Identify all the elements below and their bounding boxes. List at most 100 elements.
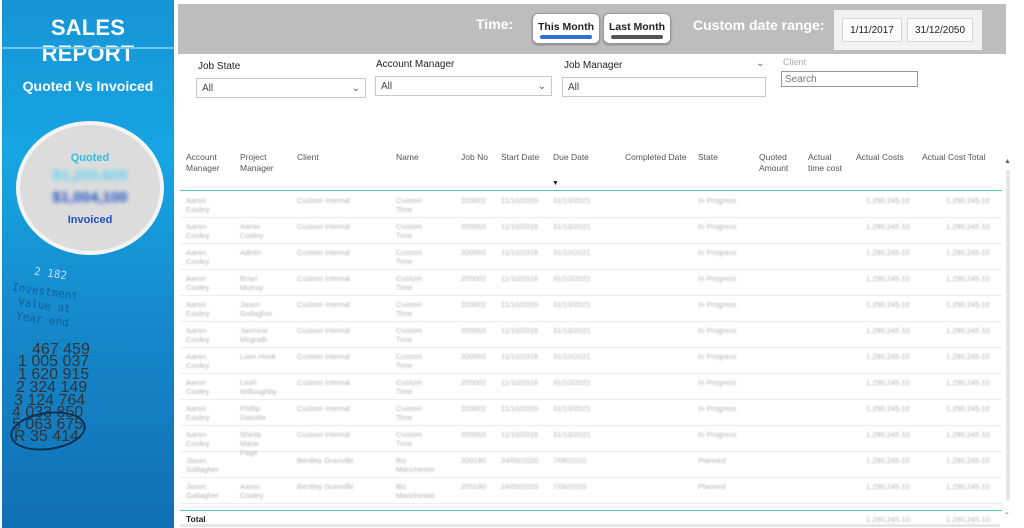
table-cell: Aaron Cooley bbox=[186, 300, 210, 318]
col-actual-costs[interactable]: Actual Costs bbox=[856, 152, 904, 163]
table-cell: Aaron Cooley bbox=[186, 222, 210, 240]
chevron-down-icon[interactable]: ⌄ bbox=[756, 58, 764, 69]
table-cell: Biz Manchester bbox=[396, 456, 436, 474]
table-cell: Custom Time bbox=[396, 326, 422, 344]
scroll-down-icon[interactable]: ⌄ bbox=[1004, 508, 1010, 516]
col-start-date[interactable]: Start Date bbox=[501, 152, 539, 163]
table-cell: Custom Internal bbox=[297, 404, 350, 413]
table-cell: Jason Gallagher bbox=[240, 300, 273, 318]
table-cell: 1,290,245.10 bbox=[946, 456, 990, 465]
table-cell: 1,290,245.10 bbox=[866, 482, 910, 491]
table-cell: 31/10/2021 bbox=[553, 248, 591, 257]
sidebar: SALES REPORT Quoted Vs Invoiced Quoted $… bbox=[2, 0, 174, 528]
table-cell: 1,290,245.10 bbox=[866, 300, 910, 309]
scroll-thumb[interactable] bbox=[1006, 170, 1010, 500]
table-cell: In Progress bbox=[698, 404, 737, 413]
table-row[interactable]: Aaron Cooley Brian Murray Custom Internal C… bbox=[180, 269, 1002, 296]
job-state-value: All bbox=[202, 83, 214, 94]
invoiced-value: $1,004,100 bbox=[52, 189, 128, 206]
table-cell: 200002 bbox=[461, 274, 487, 283]
table-row[interactable]: Jason Gallagher Bentley Granville Biz Manc… bbox=[180, 451, 1002, 478]
table-row[interactable]: Jason Gallagher Aaron Cooley Bentley Granv… bbox=[180, 477, 1002, 504]
table-cell: 200002 bbox=[461, 248, 487, 257]
table-row[interactable]: Aaron Cooley Aaron Cooley Custom Internal C… bbox=[180, 217, 1002, 244]
table-cell: Jason Gallagher bbox=[186, 482, 219, 500]
col-completed-date[interactable]: Completed Date bbox=[625, 152, 686, 163]
selected-indicator bbox=[540, 35, 592, 39]
table-row[interactable]: Aaron Cooley Admin Custom Internal Custom T… bbox=[180, 243, 1002, 270]
total-label: Total bbox=[186, 514, 206, 524]
col-job-no[interactable]: Job No bbox=[461, 152, 488, 163]
table-cell: Aaron Cooley bbox=[186, 378, 210, 396]
col-project-manager[interactable]: Project Manager bbox=[240, 152, 284, 173]
date-from-input[interactable]: 1/11/2017 bbox=[842, 18, 902, 42]
job-manager-dropdown[interactable]: All bbox=[562, 77, 766, 97]
table-cell: 200002 bbox=[461, 326, 487, 335]
table-cell: 31/10/2021 bbox=[553, 196, 591, 205]
last-month-label: Last Month bbox=[609, 21, 665, 33]
custom-date-label: Custom date range: bbox=[693, 17, 825, 33]
table-cell: 1,290,245.10 bbox=[946, 352, 990, 361]
this-month-button[interactable]: This Month bbox=[532, 13, 600, 44]
table-row[interactable]: Aaron Cooley Jason Gallagher Custom Intern… bbox=[180, 295, 1002, 322]
table-cell: Aaron Cooley bbox=[186, 430, 210, 448]
table-cell: Custom Time bbox=[396, 352, 422, 370]
invoiced-label: Invoiced bbox=[67, 214, 113, 226]
table-cell: 200002 bbox=[461, 430, 487, 439]
table-row[interactable]: Aaron Cooley Custom Internal Custom Time 20… bbox=[180, 191, 1002, 218]
last-month-button[interactable]: Last Month bbox=[603, 13, 671, 44]
table-cell: Bentley Granville bbox=[297, 482, 354, 491]
table-cell: Custom Time bbox=[396, 196, 422, 214]
title-divider bbox=[2, 47, 174, 49]
table-cell: Custom Internal bbox=[297, 196, 350, 205]
horizontal-scrollbar[interactable] bbox=[180, 524, 1000, 527]
table-cell: Leah Willoughby bbox=[240, 378, 277, 396]
client-label: Client bbox=[783, 57, 807, 67]
table-cell: Aaron Cooley bbox=[186, 404, 210, 422]
table-cell: Aaron Cooley bbox=[186, 274, 210, 292]
col-quoted-amount[interactable]: Quoted Amount bbox=[759, 152, 795, 173]
table-cell: In Progress bbox=[698, 378, 737, 387]
date-to-input[interactable]: 31/12/2050 bbox=[907, 18, 973, 42]
job-manager-label: Job Manager bbox=[564, 60, 623, 71]
table-cell: 11/10/2016 bbox=[501, 378, 538, 387]
client-search-input[interactable] bbox=[781, 71, 918, 87]
table-cell: 7/06/2020 bbox=[553, 456, 587, 465]
table-cell: 11/10/2016 bbox=[501, 430, 538, 439]
account-manager-dropdown[interactable]: All ⌄ bbox=[375, 76, 552, 96]
job-state-dropdown[interactable]: All ⌄ bbox=[196, 78, 366, 98]
table-row[interactable]: Aaron Cooley Sheila Marie Page Custom Inte… bbox=[180, 425, 1002, 457]
col-due-date[interactable]: Due Date bbox=[553, 152, 589, 163]
table-row[interactable]: Aaron Cooley Phillip Dakotla Custom Intern… bbox=[180, 399, 1002, 426]
table-cell: 11/10/2016 bbox=[501, 222, 538, 231]
table-cell: 1,290,245.10 bbox=[866, 378, 910, 387]
col-client[interactable]: Client bbox=[297, 152, 319, 163]
col-actual-time-cost[interactable]: Actual time cost bbox=[808, 152, 848, 173]
table-cell: Custom Internal bbox=[297, 300, 350, 309]
table-cell: In Progress bbox=[698, 352, 737, 361]
col-state[interactable]: State bbox=[698, 152, 718, 163]
sort-down-icon[interactable]: ▼ bbox=[552, 180, 559, 187]
table-cell: In Progress bbox=[698, 196, 737, 205]
col-name[interactable]: Name bbox=[396, 152, 419, 163]
table-cell: Planned bbox=[698, 456, 726, 465]
table-cell: Custom Internal bbox=[297, 326, 350, 335]
table-cell: Custom Time bbox=[396, 274, 422, 292]
kpi-circle: Quoted $1,200,600 $1,004,100 Invoiced bbox=[16, 121, 164, 255]
scroll-up-icon[interactable]: ▲ bbox=[1004, 158, 1011, 165]
table-cell: 1,290,245.10 bbox=[946, 404, 990, 413]
col-account-manager[interactable]: Account Manager bbox=[186, 152, 230, 173]
table-cell: Custom Time bbox=[396, 222, 422, 240]
table-row[interactable]: Aaron Cooley Jasmine Mcgrath Custom Intern… bbox=[180, 321, 1002, 348]
table-cell: 1,290,245.10 bbox=[946, 326, 990, 335]
table-row[interactable]: Aaron Cooley Leah Willoughby Custom Intern… bbox=[180, 373, 1002, 400]
table-cell: 31/10/2021 bbox=[553, 352, 591, 361]
quoted-label: Quoted bbox=[70, 152, 110, 164]
table-cell: In Progress bbox=[698, 326, 737, 335]
table-cell: 200002 bbox=[461, 352, 487, 361]
col-actual-cost-total[interactable]: Actual Cost Total bbox=[922, 152, 986, 163]
table-cell: Admin bbox=[240, 248, 262, 257]
table-row[interactable]: Aaron Cooley Liam Hook Custom Internal Cust… bbox=[180, 347, 1002, 374]
table-cell: 1,290,245.10 bbox=[866, 326, 910, 335]
vertical-scrollbar[interactable]: ▲ ⌄ bbox=[1004, 158, 1012, 516]
